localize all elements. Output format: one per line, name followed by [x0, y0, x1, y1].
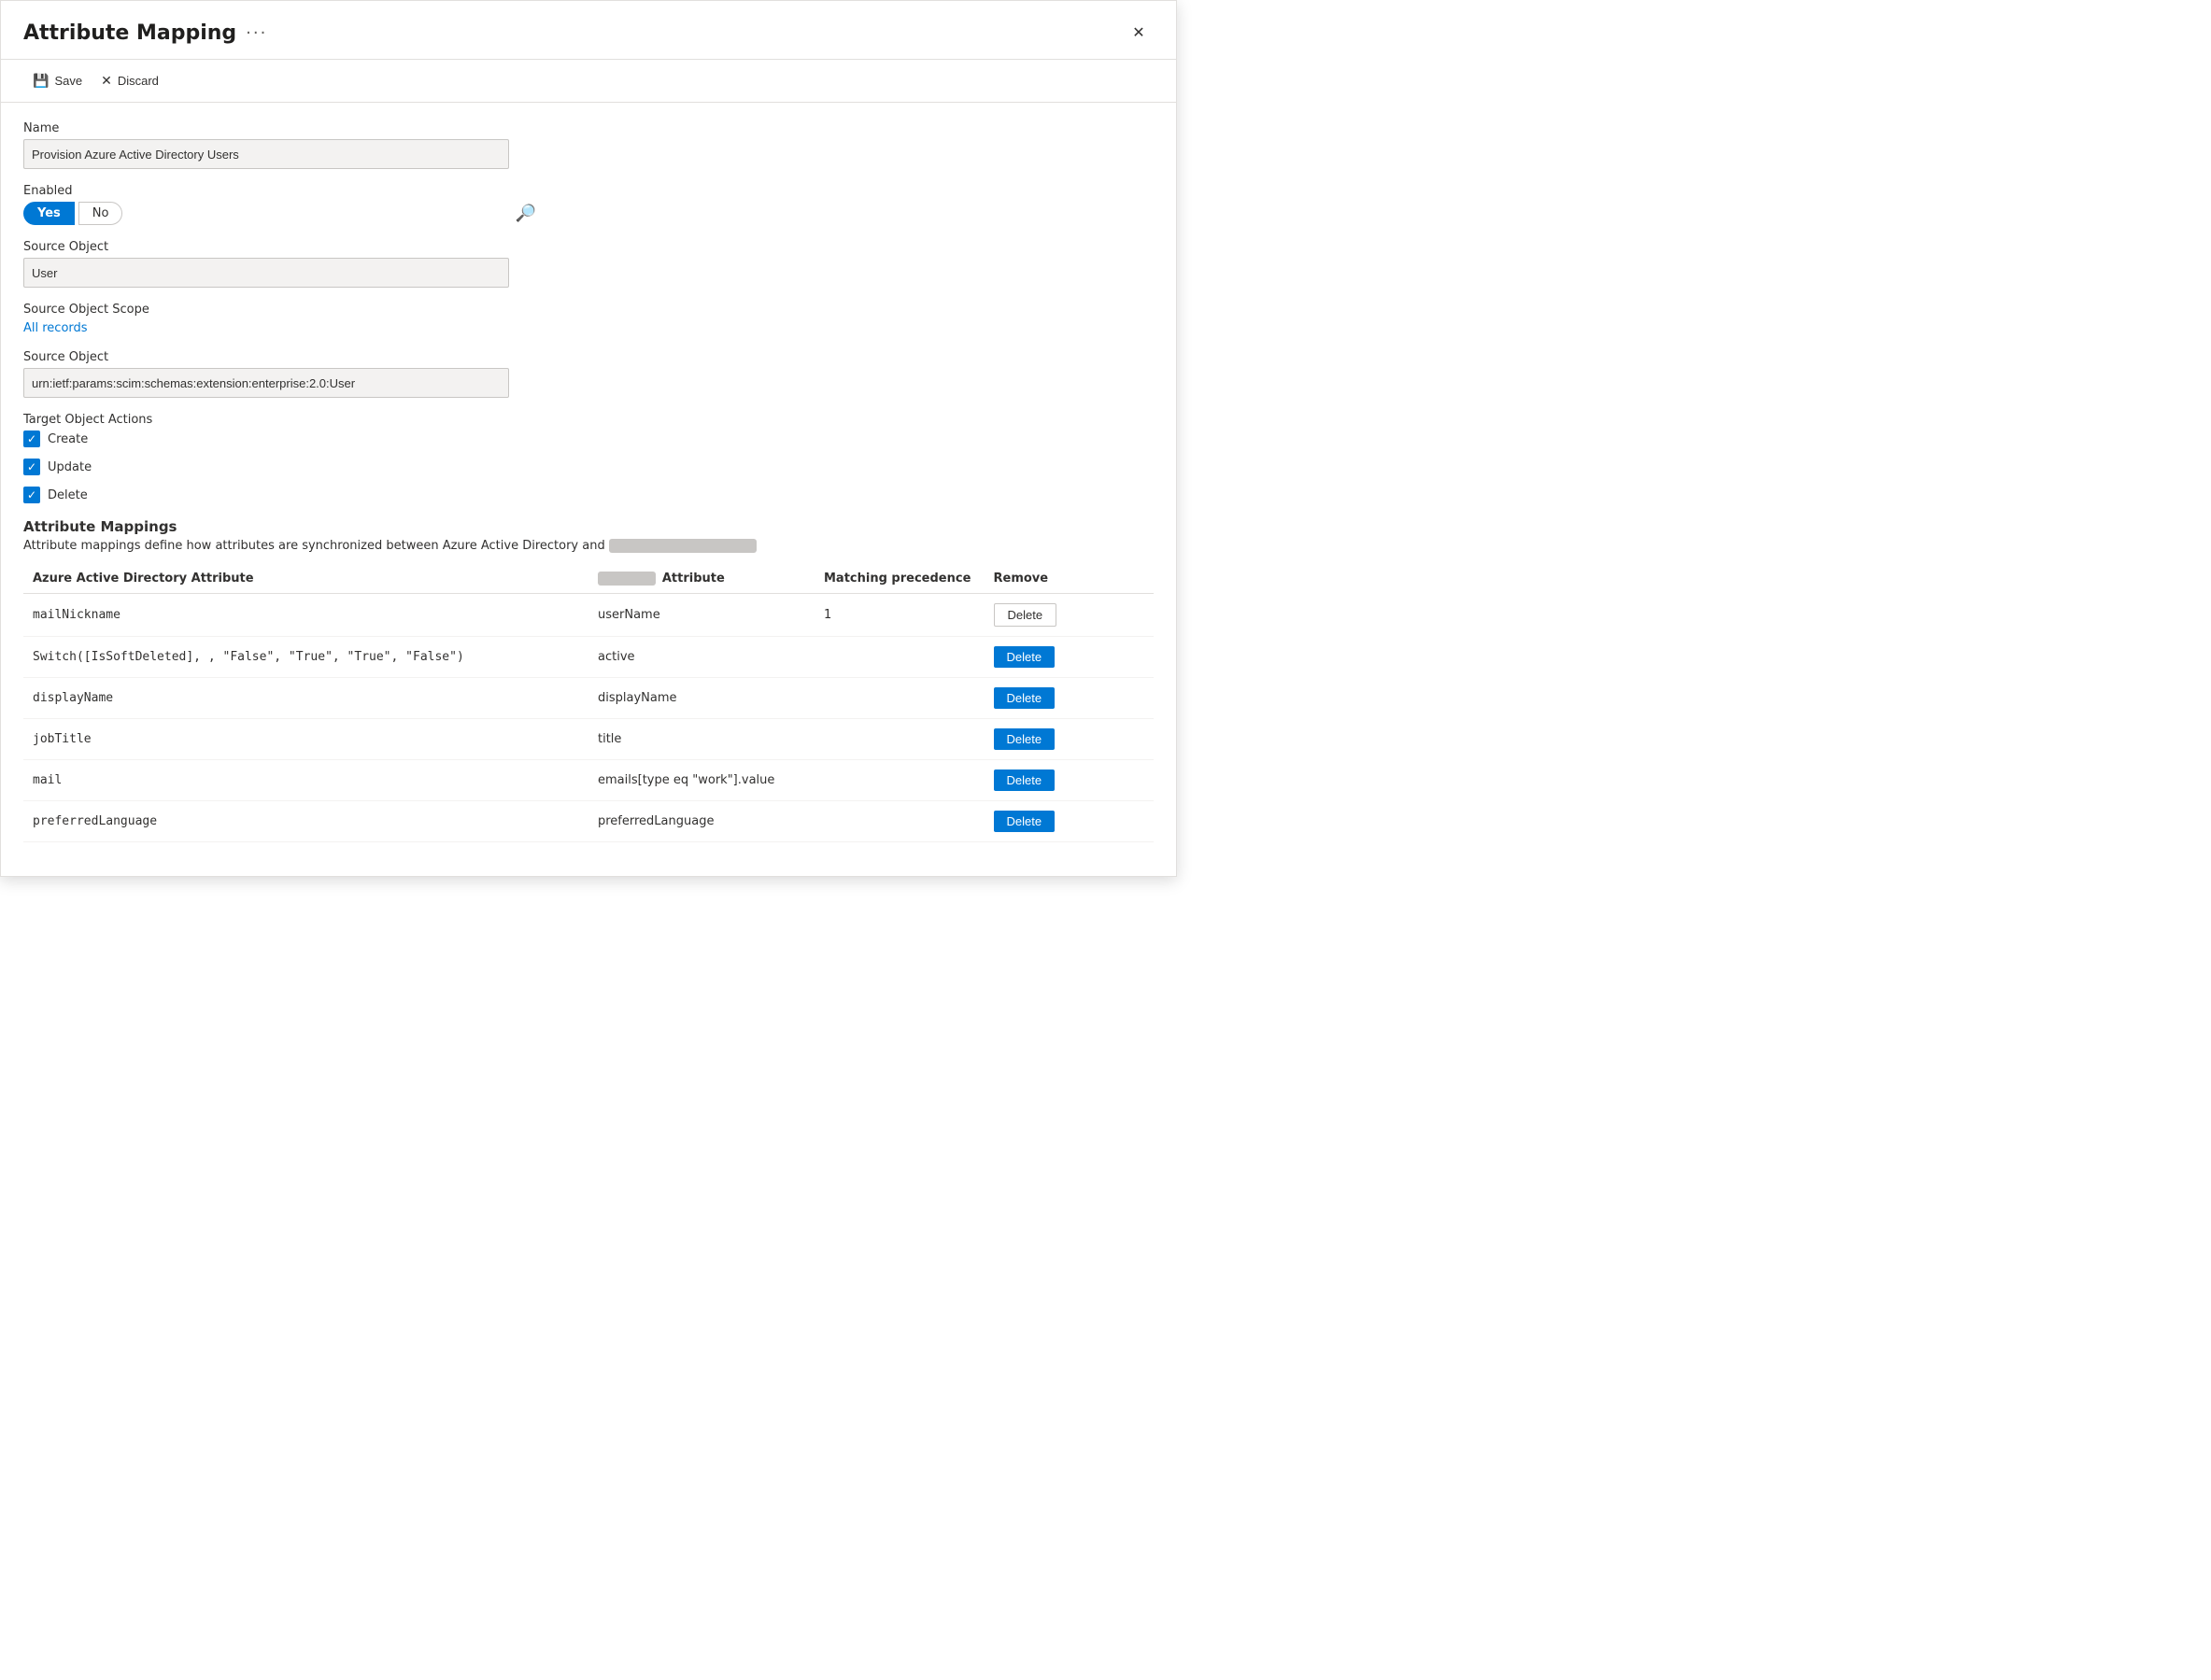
table-cell-aad: preferredLanguage — [23, 801, 588, 842]
table-cell-remove: Delete — [985, 637, 1155, 678]
dialog-header: Attribute Mapping ··· ✕ — [1, 1, 1176, 60]
table-cell-match: 1 — [815, 594, 985, 637]
source-object-field-group: Source Object — [23, 240, 1154, 288]
delete-row-button[interactable]: Delete — [994, 687, 1056, 709]
delete-row-button[interactable]: Delete — [994, 646, 1056, 668]
table-cell-match — [815, 801, 985, 842]
desc-blurred — [609, 539, 758, 553]
attribute-mappings-section: Attribute Mappings Attribute mappings de… — [23, 518, 1154, 842]
create-checkbox-row: Create — [23, 431, 1154, 447]
table-cell-remove: Delete — [985, 678, 1155, 719]
toggle-no[interactable]: No — [78, 202, 123, 225]
table-cell-aad: Switch([IsSoftDeleted], , "False", "True… — [23, 637, 588, 678]
discard-icon: ✕ — [101, 73, 112, 89]
table-cell-attr: preferredLanguage — [588, 801, 815, 842]
target-object-label: Source Object — [23, 350, 1154, 364]
attribute-mapping-dialog: Attribute Mapping ··· ✕ 💾 Save ✕ Discard… — [0, 0, 1177, 877]
delete-row-button[interactable]: Delete — [994, 811, 1056, 832]
table-cell-remove: Delete — [985, 594, 1155, 637]
enabled-label: Enabled — [23, 184, 1154, 198]
toggle-yes[interactable]: Yes — [23, 202, 75, 225]
target-object-input[interactable] — [23, 368, 509, 398]
dialog-title: Attribute Mapping — [23, 21, 236, 45]
more-options-icon[interactable]: ··· — [246, 23, 267, 43]
attr-mappings-desc: Attribute mappings define how attributes… — [23, 539, 1154, 553]
table-cell-remove: Delete — [985, 760, 1155, 801]
enabled-field-group: Enabled Yes No 🔎 — [23, 184, 1154, 225]
delete-row-button[interactable]: Delete — [994, 603, 1057, 627]
create-checkbox[interactable] — [23, 431, 40, 447]
discard-button[interactable]: ✕ Discard — [92, 67, 168, 94]
close-button[interactable]: ✕ — [1124, 18, 1154, 48]
table-header-row: Azure Active Directory Attribute Attribu… — [23, 564, 1154, 594]
update-checkbox[interactable] — [23, 459, 40, 475]
table-row: displayNamedisplayName Delete — [23, 678, 1154, 719]
source-scope-label: Source Object Scope — [23, 303, 1154, 317]
save-icon: 💾 — [33, 73, 49, 89]
toolbar: 💾 Save ✕ Discard — [1, 60, 1176, 103]
table-cell-aad: mail — [23, 760, 588, 801]
col-header-aad: Azure Active Directory Attribute — [23, 564, 588, 594]
name-field-group: Name — [23, 121, 1154, 169]
all-records-link[interactable]: All records — [23, 321, 88, 335]
table-cell-match — [815, 678, 985, 719]
update-checkbox-row: Update — [23, 459, 1154, 475]
source-scope-field-group: Source Object Scope All records — [23, 303, 1154, 335]
table-cell-match — [815, 719, 985, 760]
table-row: mailNicknameuserName1 Delete — [23, 594, 1154, 637]
table-cell-attr: active — [588, 637, 815, 678]
delete-row-button[interactable]: Delete — [994, 769, 1056, 791]
source-object-label: Source Object — [23, 240, 1154, 254]
attr-mapping-table: Azure Active Directory Attribute Attribu… — [23, 564, 1154, 842]
col-header-remove: Remove — [985, 564, 1155, 594]
target-actions-field-group: Target Object Actions Create Update Dele… — [23, 413, 1154, 503]
attr-mappings-title: Attribute Mappings — [23, 518, 1154, 535]
update-label: Update — [48, 460, 92, 474]
col-header-attr: Attribute — [588, 564, 815, 594]
name-label: Name — [23, 121, 1154, 135]
table-cell-match — [815, 637, 985, 678]
delete-checkbox[interactable] — [23, 487, 40, 503]
table-cell-match — [815, 760, 985, 801]
delete-row-button[interactable]: Delete — [994, 728, 1056, 750]
name-input[interactable] — [23, 139, 509, 169]
discard-label: Discard — [118, 74, 159, 88]
target-actions-label: Target Object Actions — [23, 413, 1154, 427]
table-cell-attr: emails[type eq "work"].value — [588, 760, 815, 801]
table-cell-attr: title — [588, 719, 815, 760]
table-row: preferredLanguagepreferredLanguage Delete — [23, 801, 1154, 842]
enabled-toggle[interactable]: Yes No — [23, 202, 122, 225]
table-cell-remove: Delete — [985, 801, 1155, 842]
table-cell-remove: Delete — [985, 719, 1155, 760]
table-row: jobTitletitle Delete — [23, 719, 1154, 760]
title-row: Attribute Mapping ··· — [23, 21, 267, 45]
attr-col-suffix: Attribute — [662, 572, 725, 586]
zoom-icon[interactable]: 🔎 — [515, 204, 535, 223]
table-cell-aad: jobTitle — [23, 719, 588, 760]
attr-col-blurred-header — [598, 572, 656, 586]
table-row: mailemails[type eq "work"].value Delete — [23, 760, 1154, 801]
target-object-field-group: Source Object — [23, 350, 1154, 398]
delete-checkbox-row: Delete — [23, 487, 1154, 503]
table-cell-attr: userName — [588, 594, 815, 637]
save-button[interactable]: 💾 Save — [23, 67, 92, 94]
create-label: Create — [48, 432, 88, 446]
table-row: Switch([IsSoftDeleted], , "False", "True… — [23, 637, 1154, 678]
form-content: Name Enabled Yes No 🔎 Source Object Sour… — [1, 103, 1176, 876]
col-header-match: Matching precedence — [815, 564, 985, 594]
table-cell-attr: displayName — [588, 678, 815, 719]
desc-prefix: Attribute mappings define how attributes… — [23, 539, 609, 553]
source-object-input[interactable] — [23, 258, 509, 288]
save-label: Save — [54, 74, 82, 88]
table-cell-aad: mailNickname — [23, 594, 588, 637]
delete-label: Delete — [48, 488, 88, 502]
table-cell-aad: displayName — [23, 678, 588, 719]
